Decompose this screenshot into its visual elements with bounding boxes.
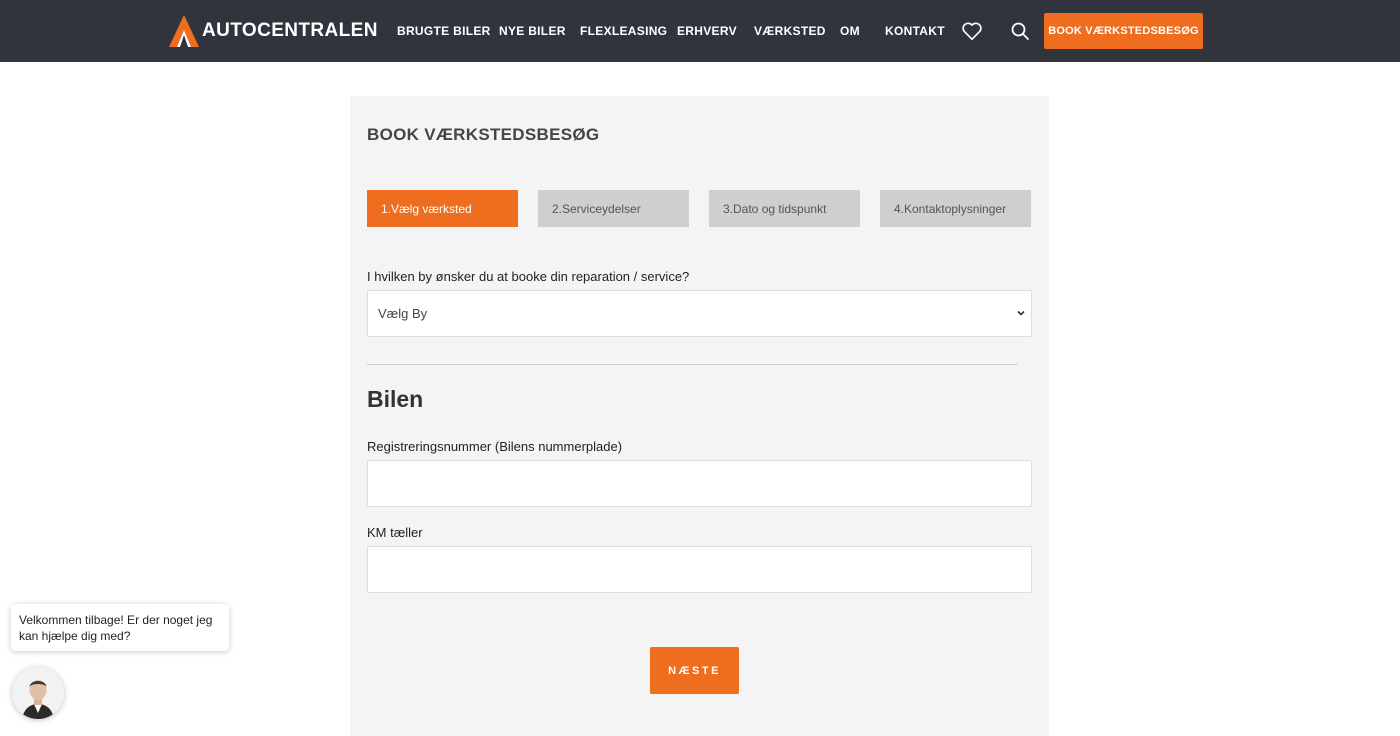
step-2-services[interactable]: 2.Serviceydelser (538, 190, 689, 227)
chat-message: Velkommen tilbage! Er der noget jeg kan … (19, 613, 213, 643)
agent-avatar-icon (12, 667, 64, 719)
book-visit-button[interactable]: BOOK VÆRKSTEDSBESØG (1044, 13, 1203, 49)
km-label: KM tæller (367, 525, 423, 540)
nav-brugte-biler[interactable]: BRUGTE BILER (397, 24, 491, 38)
registration-input[interactable] (367, 460, 1032, 507)
city-question-label: I hvilken by ønsker du at booke din repa… (367, 269, 690, 284)
nav-erhverv[interactable]: ERHVERV (677, 24, 737, 38)
next-button[interactable]: NÆSTE (650, 647, 739, 694)
step-4-contact-info[interactable]: 4.Kontaktoplysninger (880, 190, 1031, 227)
heart-icon[interactable] (960, 19, 984, 43)
chat-agent-avatar[interactable] (12, 667, 64, 719)
step-3-date-time[interactable]: 3.Dato og tidspunkt (709, 190, 860, 227)
nav-nye-biler[interactable]: NYE BILER (499, 24, 566, 38)
nav-kontakt[interactable]: KONTAKT (885, 24, 945, 38)
section-divider (367, 364, 1018, 365)
registration-label: Registreringsnummer (Bilens nummerplade) (367, 439, 623, 454)
step-1-choose-workshop[interactable]: 1.Vælg værksted (367, 190, 518, 227)
logo-mark-icon (169, 15, 199, 47)
km-input[interactable] (367, 546, 1032, 593)
city-select-value: Vælg By (378, 306, 428, 321)
brand-logo[interactable]: AUTOCENTRALEN (169, 15, 378, 47)
car-section-heading: Bilen (367, 386, 424, 412)
booking-form-panel: BOOK VÆRKSTEDSBESØG 1.Vælg værksted 2.Se… (350, 96, 1049, 736)
brand-name: AUTOCENTRALEN (202, 20, 378, 41)
chat-welcome-bubble[interactable]: Velkommen tilbage! Er der noget jeg kan … (11, 604, 229, 651)
search-icon[interactable] (1008, 19, 1032, 43)
page-title: BOOK VÆRKSTEDSBESØG (367, 125, 600, 144)
nav-om[interactable]: OM (840, 24, 860, 38)
site-header: AUTOCENTRALEN BRUGTE BILER NYE BILER FLE… (0, 0, 1400, 62)
nav-vaerksted[interactable]: VÆRKSTED (754, 24, 826, 38)
nav-flexleasing[interactable]: FLEXLEASING (580, 24, 667, 38)
city-select[interactable]: Vælg By (367, 290, 1032, 337)
chevron-down-icon (1017, 310, 1025, 316)
